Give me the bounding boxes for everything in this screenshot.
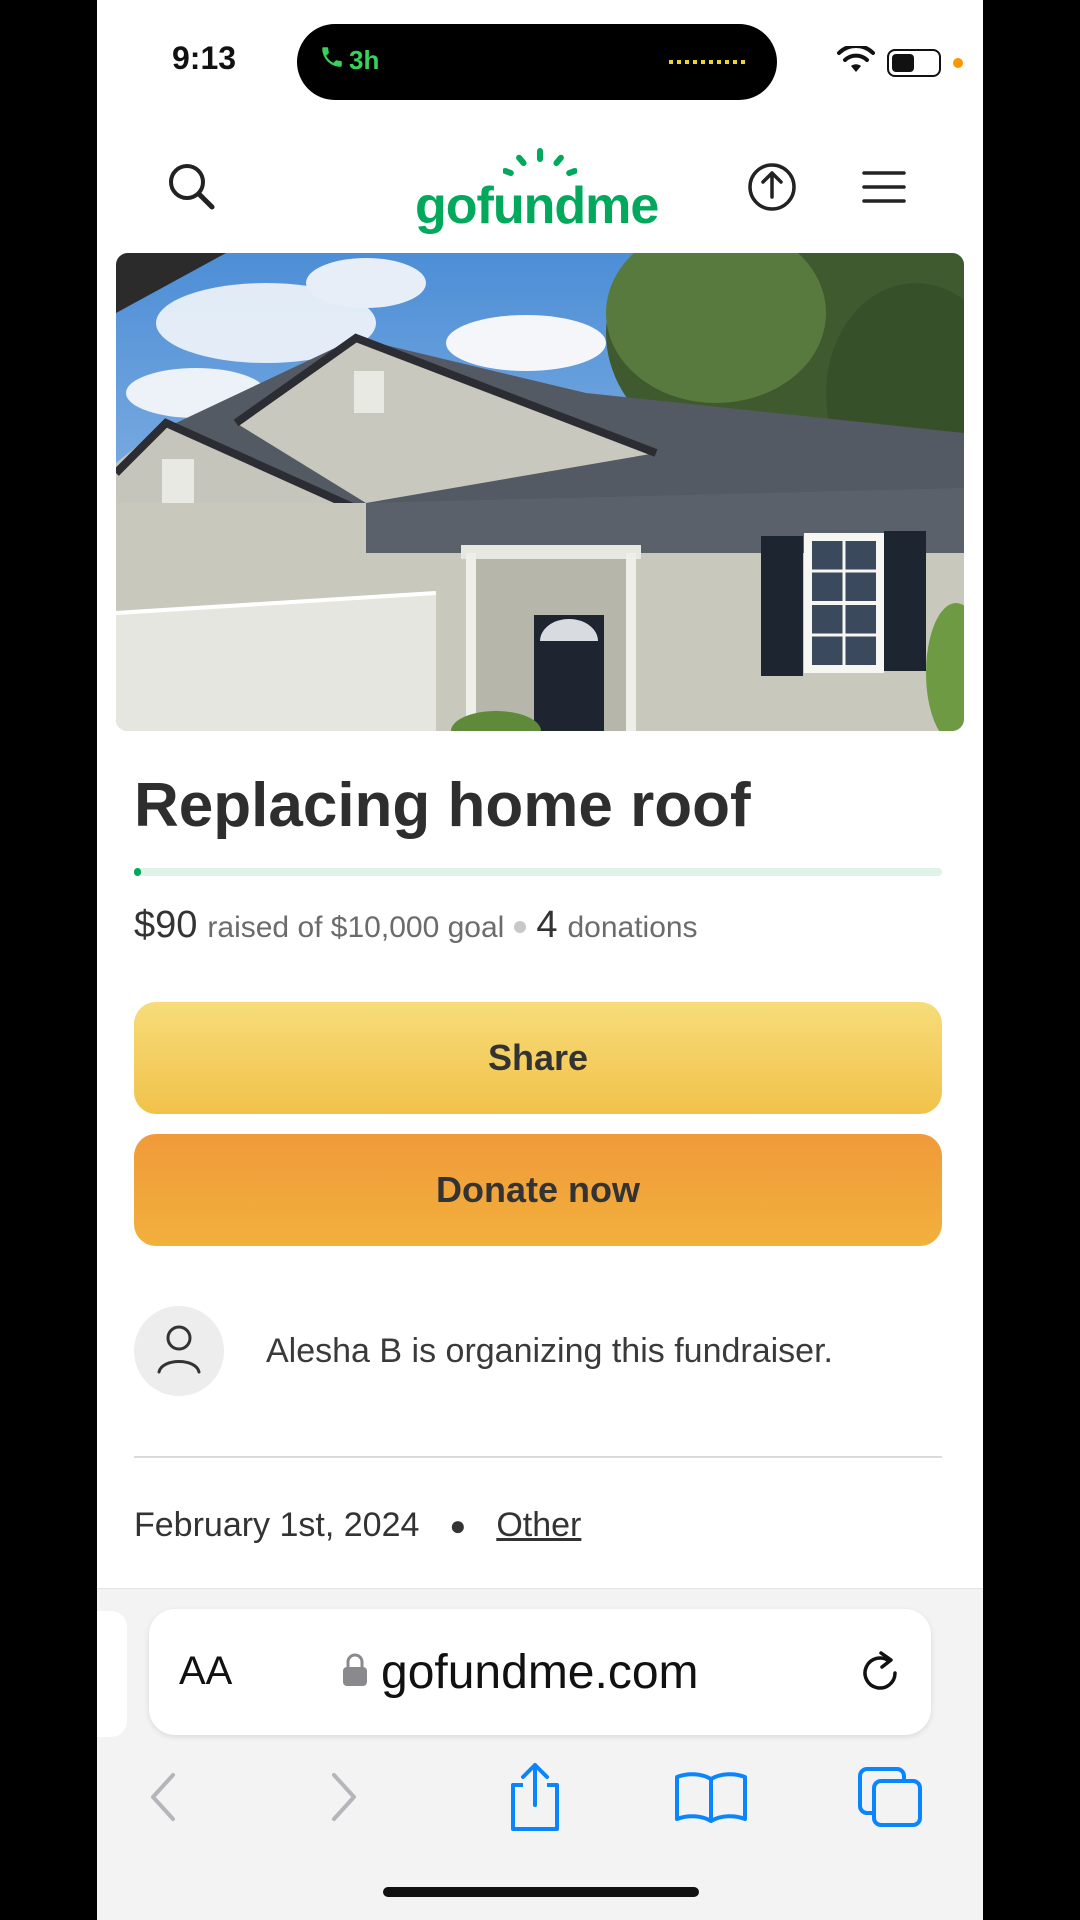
forward-icon	[324, 1769, 364, 1830]
menu-icon	[860, 167, 908, 212]
separator-dot	[514, 921, 527, 933]
donations-label: donations	[567, 911, 698, 944]
donate-now-button[interactable]: Donate now	[134, 1134, 942, 1246]
avatar	[134, 1306, 224, 1396]
url-text: gofundme.com	[381, 1646, 699, 1699]
gofundme-logo[interactable]: gofundme	[415, 148, 675, 238]
divider	[134, 1456, 942, 1458]
privacy-indicator-dot	[953, 57, 963, 68]
home-indicator[interactable]	[383, 1887, 699, 1897]
campaign-meta: February 1st, 2024 ● Other	[134, 1506, 581, 1545]
menu-button[interactable]	[849, 154, 919, 224]
lock-icon	[341, 1645, 369, 1700]
safari-share-button[interactable]	[495, 1759, 575, 1839]
audio-waveform	[669, 60, 749, 64]
share-button[interactable]: Share	[134, 1002, 942, 1114]
tabs-button[interactable]	[851, 1759, 931, 1839]
address-bar[interactable]: AA gofundme.com	[149, 1609, 931, 1735]
site-header: gofundme	[97, 140, 983, 240]
safari-bottom-bar: AA gofundme.com	[97, 1588, 983, 1920]
call-indicator: 3h	[319, 44, 379, 77]
campaign-stats: $90 raised of $10,000 goal 4 donations	[134, 904, 698, 947]
status-time: 9:13	[172, 40, 237, 76]
dynamic-island[interactable]: 3h	[297, 24, 777, 100]
donation-count: 4	[536, 904, 558, 946]
organizer-text: Alesha B is organizing this fundraiser.	[266, 1332, 833, 1370]
progress-bar	[134, 868, 942, 876]
phone-screen: 9:13 3h gofundme Replacing home roof $90…	[97, 0, 983, 1920]
campaign-hero-image[interactable]	[116, 253, 964, 731]
user-icon	[154, 1322, 204, 1381]
forward-button[interactable]	[304, 1759, 384, 1839]
share-icon	[505, 1761, 565, 1838]
url-display[interactable]: gofundme.com	[341, 1645, 699, 1700]
share-page-button[interactable]	[737, 154, 807, 224]
phone-icon	[319, 44, 345, 77]
reader-aa-button[interactable]: AA	[179, 1649, 232, 1694]
tabs-icon	[856, 1765, 926, 1834]
reload-icon[interactable]	[857, 1645, 905, 1702]
campaign-title: Replacing home roof	[134, 771, 751, 840]
created-date: February 1st, 2024	[134, 1506, 420, 1544]
back-icon	[143, 1769, 183, 1830]
search-icon	[164, 159, 220, 220]
battery-icon	[887, 48, 941, 77]
category-link[interactable]: Other	[496, 1506, 581, 1545]
amount-raised: $90	[134, 904, 198, 946]
bookmarks-button[interactable]	[671, 1759, 751, 1839]
status-icons	[837, 43, 963, 79]
sun-rays-icon	[503, 148, 577, 176]
logo-text: gofundme	[415, 177, 659, 235]
organizer-row: Alesha B is organizing this fundraiser.	[134, 1306, 942, 1398]
bookmarks-icon	[673, 1769, 749, 1830]
goal-text: raised of $10,000 goal	[207, 911, 505, 944]
house-photo	[116, 253, 964, 731]
back-button[interactable]	[123, 1759, 203, 1839]
progress-fill	[134, 868, 142, 876]
meta-bullet: ●	[449, 1509, 467, 1541]
wifi-icon	[837, 43, 875, 79]
search-button[interactable]	[157, 154, 227, 224]
call-duration: 3h	[349, 45, 380, 75]
share-icon	[744, 159, 800, 220]
previous-tab-edge[interactable]	[97, 1611, 127, 1737]
